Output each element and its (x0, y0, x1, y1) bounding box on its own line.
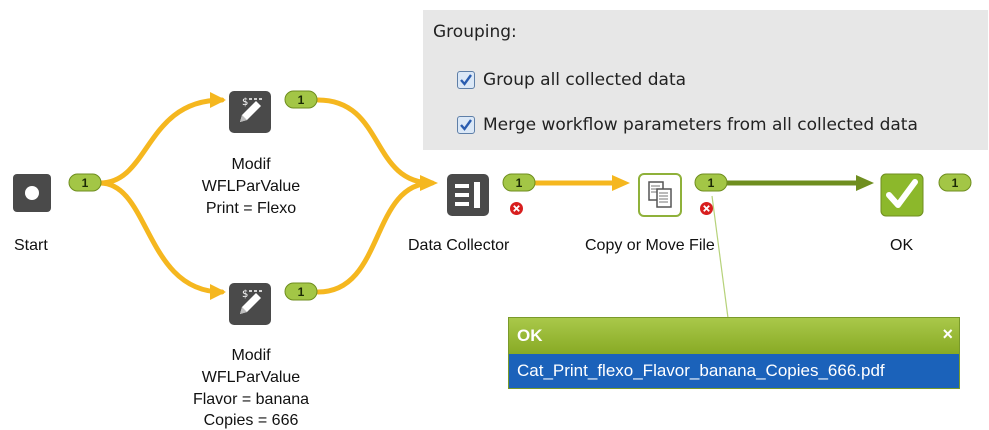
modif-bottom-label-line-2: WFLParValue (201, 369, 301, 386)
group-all-checkbox[interactable] (457, 71, 475, 89)
group-all-option[interactable]: Group all collected data (457, 68, 686, 92)
svg-text:1: 1 (298, 93, 305, 107)
modif-top-label-line-3: Print = Flexo (205, 200, 297, 217)
ok-popup-header: OK × (509, 318, 959, 354)
flow-arrowhead (210, 284, 226, 300)
ok-popup-file-row[interactable]: Cat_Print_flexo_Flavor_banana_Copies_666… (509, 354, 959, 388)
data-collector-label: Data Collector (408, 237, 510, 254)
svg-text:1: 1 (952, 176, 959, 190)
merge-parameters-label: Merge workflow parameters from all colle… (483, 115, 918, 135)
error-icon (700, 202, 713, 215)
ok-file-popup: OK × Cat_Print_flexo_Flavor_banana_Copie… (508, 317, 960, 389)
close-icon[interactable]: × (942, 324, 953, 345)
modif-top-label-line-1: Modif (231, 156, 271, 173)
svg-text:1: 1 (516, 176, 523, 190)
checkmark-ok-icon (880, 173, 924, 217)
merge-parameters-checkbox[interactable] (457, 116, 475, 134)
group-all-label: Group all collected data (483, 70, 687, 90)
svg-text:1: 1 (708, 176, 715, 190)
grouping-title: Grouping: (433, 22, 517, 42)
svg-text:$: $ (242, 289, 248, 300)
svg-text:1: 1 (82, 176, 89, 190)
modif-bottom-label-line-3: Flavor = banana (192, 391, 310, 408)
flow-arrowhead (856, 175, 874, 191)
copy-move-label: Copy or Move File (585, 237, 715, 254)
ok-popup-title: OK (517, 326, 543, 345)
counter-badge: 1 (284, 90, 318, 109)
svg-text:$: $ (242, 97, 248, 108)
flow-arrowhead (420, 175, 438, 191)
ok-label: OK (890, 237, 914, 254)
error-icon (510, 202, 523, 215)
counter-badge: 1 (938, 173, 972, 192)
modif-bottom-label-line-4: Copies = 666 (203, 412, 299, 429)
start-label: Start (14, 237, 48, 254)
counter-badge: 1 (68, 173, 102, 192)
popup-leader-line (711, 195, 729, 319)
checkmark-icon (460, 74, 472, 86)
checkmark-icon (460, 119, 472, 131)
ok-popup-file-name: Cat_Print_flexo_Flavor_banana_Copies_666… (517, 361, 885, 380)
start-icon (13, 174, 51, 212)
modif-bottom-label-line-1: Modif (231, 347, 271, 364)
flow-arrowhead (210, 92, 226, 108)
grouping-panel: Grouping: Group all collected data Merge… (423, 10, 988, 150)
counter-badge: 1 (694, 173, 728, 192)
svg-text:1: 1 (298, 285, 305, 299)
pencil-edit-icon: $ (229, 91, 271, 133)
counter-badge: 1 (284, 282, 318, 301)
flow-modif-top-to-collector[interactable] (315, 97, 435, 186)
pencil-edit-icon: $ (229, 283, 271, 325)
merge-parameters-option[interactable]: Merge workflow parameters from all colle… (457, 113, 918, 137)
counter-badge: 1 (502, 173, 536, 192)
copy-files-icon (638, 173, 682, 217)
flow-arrowhead (612, 175, 630, 191)
data-collector-icon (447, 174, 489, 216)
modif-top-label-line-2: WFLParValue (201, 178, 301, 195)
